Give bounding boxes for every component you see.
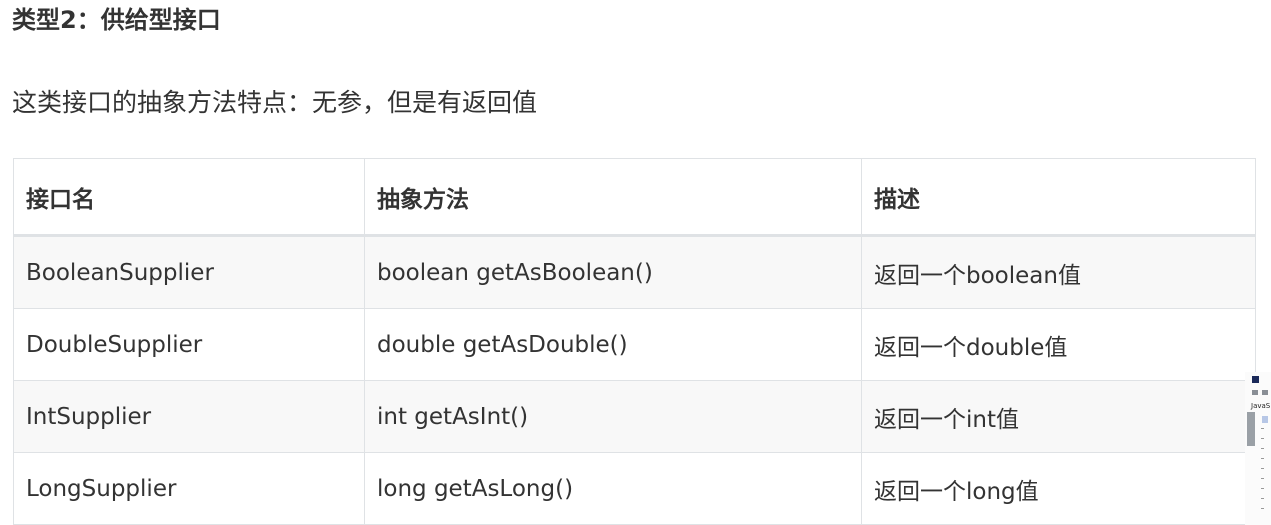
- column-header-description: 描述: [861, 158, 1256, 237]
- table-header-row: 接口名 抽象方法 描述: [13, 158, 1256, 237]
- column-header-interface-name: 接口名: [13, 158, 365, 237]
- table-row: LongSupplier long getAsLong() 返回一个long值: [13, 452, 1256, 525]
- document-page: 类型2：供给型接口 这类接口的抽象方法特点：无参，但是有返回值 接口名 抽象方法…: [0, 0, 1271, 525]
- edge-window-sliver[interactable]: JavaS: [1245, 372, 1271, 525]
- edge-window-title: JavaS: [1251, 402, 1271, 410]
- side-panel-tab[interactable]: [1247, 412, 1255, 446]
- table-row: IntSupplier int getAsInt() 返回一个int值: [13, 380, 1256, 453]
- gutter-mark: [1261, 468, 1264, 469]
- supplier-interface-table: 接口名 抽象方法 描述 BooleanSupplier boolean getA…: [13, 158, 1256, 525]
- gutter-mark: [1261, 498, 1264, 499]
- cell-abstract-method: boolean getAsBoolean(): [364, 235, 862, 309]
- cell-interface-name: BooleanSupplier: [13, 235, 365, 309]
- cell-abstract-method: long getAsLong(): [364, 452, 862, 525]
- gutter-mark: [1261, 488, 1264, 489]
- table-row: DoubleSupplier double getAsDouble() 返回一个…: [13, 308, 1256, 381]
- cell-description: 返回一个double值: [861, 308, 1256, 381]
- cell-interface-name: IntSupplier: [13, 380, 365, 453]
- cell-abstract-method: int getAsInt(): [364, 380, 862, 453]
- cell-description: 返回一个boolean值: [861, 235, 1256, 309]
- app-logo-icon: [1252, 376, 1259, 383]
- gutter-mark: [1261, 458, 1264, 459]
- section-heading: 类型2：供给型接口: [12, 6, 221, 34]
- gutter-mark: [1261, 438, 1264, 439]
- folder-icon[interactable]: [1252, 390, 1258, 395]
- cell-description: 返回一个long值: [861, 452, 1256, 525]
- file-icon: [1262, 416, 1268, 423]
- gutter-mark: [1261, 478, 1264, 479]
- cell-interface-name: DoubleSupplier: [13, 308, 365, 381]
- gutter-mark: [1261, 448, 1264, 449]
- gutter-mark: [1261, 428, 1264, 429]
- gutter-mark: [1261, 508, 1264, 509]
- cell-description: 返回一个int值: [861, 380, 1256, 453]
- cell-interface-name: LongSupplier: [13, 452, 365, 525]
- table-row: BooleanSupplier boolean getAsBoolean() 返…: [13, 235, 1256, 309]
- save-icon[interactable]: [1262, 390, 1268, 395]
- section-description: 这类接口的抽象方法特点：无参，但是有返回值: [12, 88, 538, 117]
- column-header-abstract-method: 抽象方法: [364, 158, 862, 237]
- cell-abstract-method: double getAsDouble(): [364, 308, 862, 381]
